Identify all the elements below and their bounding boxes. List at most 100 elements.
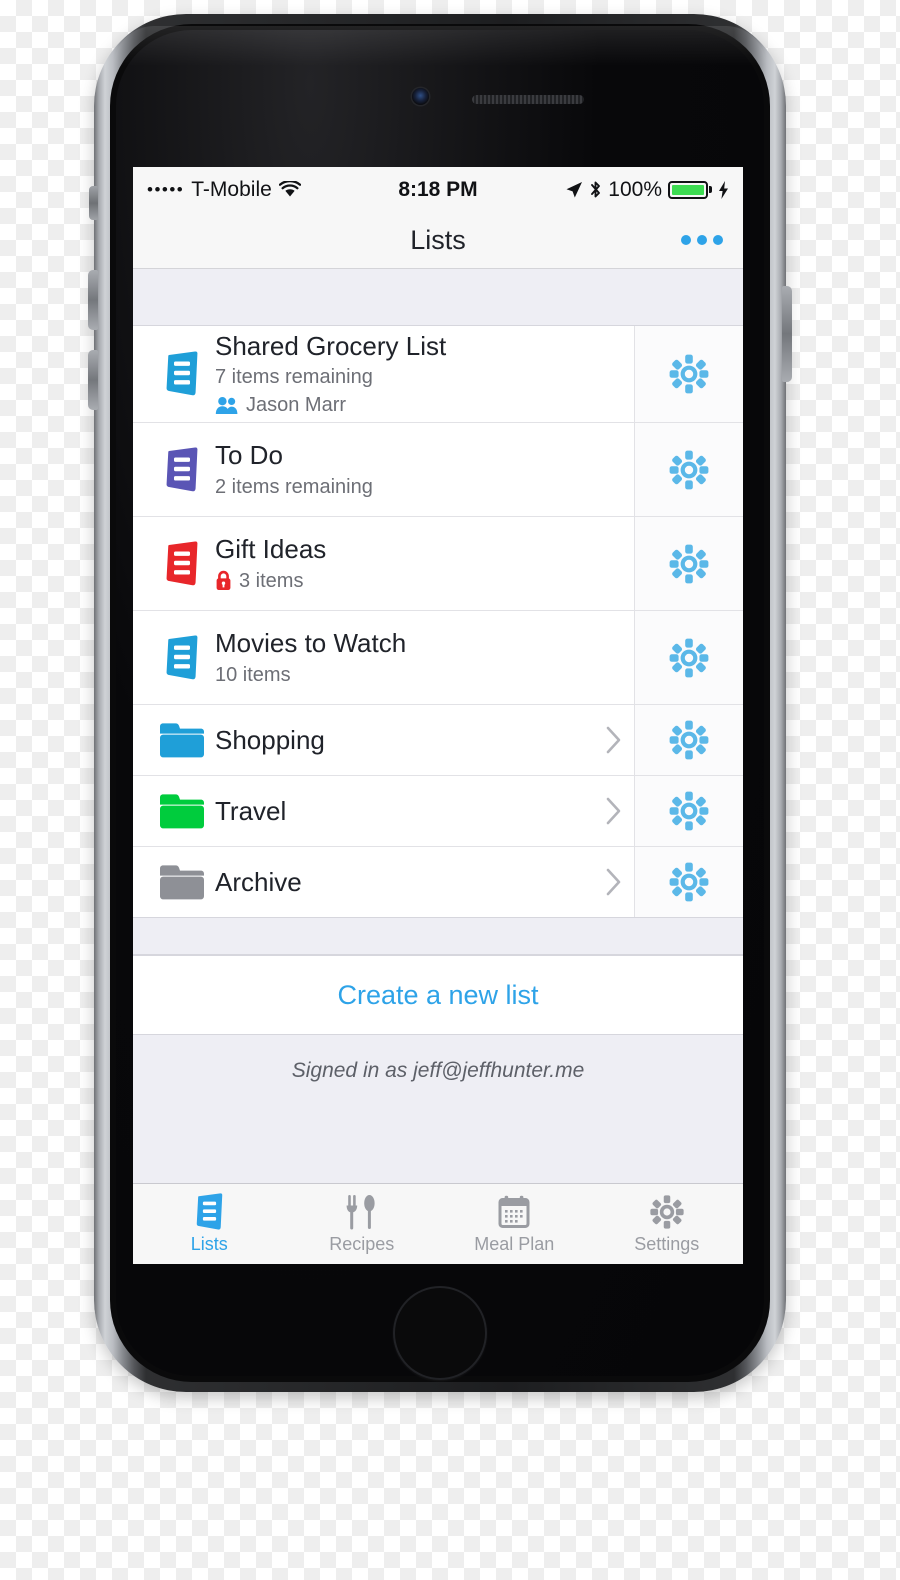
folder-row-text: Shopping: [215, 725, 594, 756]
status-bar-left: ••••• T-Mobile: [147, 178, 301, 202]
chevron-right-icon: [594, 796, 634, 826]
list-row-shared-grocery-list[interactable]: Shared Grocery List 7 items remaining Ja…: [133, 326, 634, 422]
folder-row-archive[interactable]: Archive: [133, 846, 634, 917]
tab-recipes[interactable]: Recipes: [286, 1184, 439, 1264]
wifi-icon: [278, 181, 301, 198]
list-row-text: Shared Grocery List 7 items remaining Ja…: [215, 331, 634, 418]
folder-title: Archive: [215, 866, 302, 897]
folder-row-travel[interactable]: Travel: [133, 775, 634, 846]
table-row[interactable]: Archive: [133, 846, 743, 917]
calendar-icon: [497, 1193, 531, 1231]
list-icon: [149, 634, 215, 681]
more-options-button[interactable]: [681, 235, 723, 245]
signal-strength-dots: •••••: [147, 180, 185, 199]
list-row-to-do[interactable]: To Do 2 items remaining: [133, 422, 634, 516]
chevron-right-icon: [594, 725, 634, 755]
iphone-device: ••••• T-Mobile 8:18 PM 100% Lists Shared…: [88, 14, 792, 1392]
tab-meal-plan[interactable]: Meal Plan: [438, 1184, 591, 1264]
status-bar-right: 100%: [565, 178, 729, 202]
tab-label: Settings: [634, 1234, 700, 1254]
folder-row-shopping[interactable]: Shopping: [133, 704, 634, 775]
lists-content: Shared Grocery List 7 items remaining Ja…: [133, 269, 743, 1183]
volume-down-button[interactable]: [88, 350, 98, 410]
tab-lists[interactable]: Lists: [133, 1184, 286, 1264]
folder-icon: [149, 792, 215, 830]
folder-icon: [149, 721, 215, 759]
carrier-name: T-Mobile: [191, 177, 272, 201]
settings-gear-icon[interactable]: [634, 846, 743, 917]
list-row-text: To Do 2 items remaining: [215, 440, 634, 499]
lists-table: Shared Grocery List 7 items remaining Ja…: [133, 326, 743, 917]
table-row[interactable]: Travel: [133, 775, 743, 846]
phone-screen: ••••• T-Mobile 8:18 PM 100% Lists Shared…: [133, 167, 743, 1264]
list-item-count: 10 items: [215, 663, 291, 686]
list-item-count: 7 items remaining: [215, 366, 373, 389]
table-row[interactable]: Shopping: [133, 704, 743, 775]
gear-icon: [649, 1193, 685, 1231]
page-title: Lists: [410, 224, 466, 255]
folder-title: Travel: [215, 795, 287, 826]
create-new-list-label: Create a new list: [337, 979, 539, 1010]
folder-title: Shopping: [215, 724, 325, 755]
battery-percent: 100%: [608, 177, 662, 201]
table-row[interactable]: Shared Grocery List 7 items remaining Ja…: [133, 326, 743, 422]
tab-settings[interactable]: Settings: [591, 1184, 744, 1264]
navigation-bar: Lists: [133, 212, 743, 269]
signed-in-status: Signed in as jeff@jeffhunter.me: [291, 1059, 585, 1082]
list-icon: [149, 446, 215, 493]
tab-bar: Lists Recipes Meal Plan Settings: [133, 1183, 743, 1264]
settings-gear-icon[interactable]: [634, 610, 743, 704]
table-row[interactable]: Movies to Watch 10 items: [133, 610, 743, 704]
more-dot: [713, 235, 723, 245]
list-subtitle-line: 7 items remaining: [215, 365, 626, 389]
chevron-right-icon: [594, 867, 634, 897]
list-icon: [149, 351, 215, 397]
list-item-count: 2 items remaining: [215, 475, 373, 498]
power-button[interactable]: [782, 286, 792, 382]
list-title: To Do: [215, 440, 283, 471]
front-camera-icon: [412, 88, 429, 105]
more-dot: [681, 235, 691, 245]
middle-spacer-band: [133, 917, 743, 955]
folder-row-text: Travel: [215, 796, 594, 827]
list-item-count: 3 items: [239, 569, 304, 592]
table-row[interactable]: Gift Ideas 3 items: [133, 516, 743, 610]
list-title: Movies to Watch: [215, 628, 407, 659]
tab-label: Lists: [190, 1234, 228, 1254]
list-subtitle-line: 2 items remaining: [215, 475, 626, 499]
create-new-list-button[interactable]: Create a new list: [133, 955, 743, 1035]
table-row[interactable]: To Do 2 items remaining: [133, 422, 743, 516]
tab-label: Meal Plan: [474, 1234, 555, 1254]
status-bar: ••••• T-Mobile 8:18 PM 100%: [133, 167, 743, 212]
people-icon: [215, 396, 239, 415]
battery-icon: [668, 180, 712, 199]
list-subtitle-line: 3 items: [215, 569, 626, 593]
settings-gear-icon[interactable]: [634, 422, 743, 516]
mute-switch[interactable]: [89, 186, 98, 220]
footer-area: Signed in as jeff@jeffhunter.me: [133, 1035, 743, 1183]
list-row-text: Movies to Watch 10 items: [215, 628, 634, 687]
list-title: Gift Ideas: [215, 534, 327, 565]
more-dot: [697, 235, 707, 245]
top-spacer-band: [133, 269, 743, 326]
home-button[interactable]: [393, 1286, 487, 1380]
settings-gear-icon[interactable]: [634, 775, 743, 846]
list-row-movies-to-watch[interactable]: Movies to Watch 10 items: [133, 610, 634, 704]
location-arrow-icon: [565, 181, 583, 199]
list-subtitle-line: 10 items: [215, 663, 626, 687]
list-row-gift-ideas[interactable]: Gift Ideas 3 items: [133, 516, 634, 610]
folder-icon: [149, 863, 215, 901]
lightning-bolt-icon: [718, 180, 729, 199]
settings-gear-icon[interactable]: [634, 704, 743, 775]
list-icon: [149, 540, 215, 587]
settings-gear-icon[interactable]: [634, 326, 743, 422]
list-title: Shared Grocery List: [215, 330, 447, 361]
volume-up-button[interactable]: [88, 270, 98, 330]
folder-row-text: Archive: [215, 867, 594, 898]
tab-label: Recipes: [329, 1234, 395, 1254]
lock-icon: [215, 570, 232, 591]
list-row-text: Gift Ideas 3 items: [215, 534, 634, 593]
earpiece-speaker: [472, 95, 584, 104]
settings-gear-icon[interactable]: [634, 516, 743, 610]
list-shared-line: Jason Marr: [215, 393, 626, 417]
